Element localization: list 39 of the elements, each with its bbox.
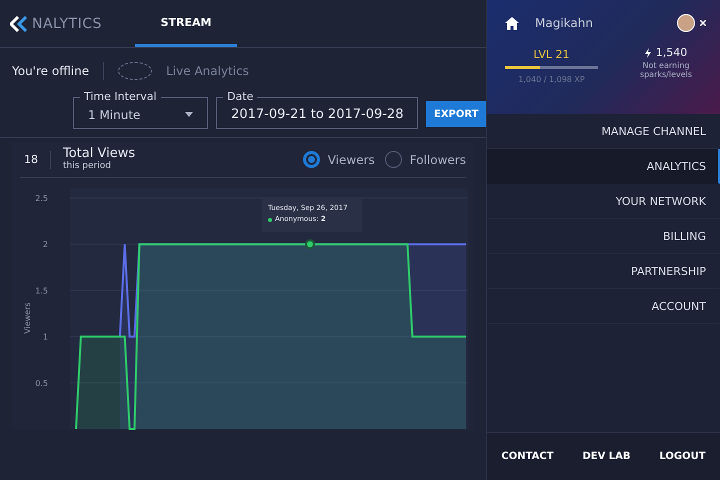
point-marker: [305, 239, 315, 250]
nav-item[interactable]: ACCOUNT: [487, 289, 720, 324]
y-tick-label: 1: [42, 332, 48, 342]
y-tick-label: 2.5: [35, 194, 48, 203]
y-tick-label: 2: [42, 240, 48, 250]
home-icon[interactable]: [505, 16, 519, 30]
lightning-icon: [644, 48, 651, 58]
level-label: LVL 21: [533, 48, 570, 61]
nav-item[interactable]: ANALYTICS: [487, 149, 720, 184]
time-interval-dropdown[interactable]: Time Interval 1 Minute: [73, 91, 208, 129]
total-count: 18: [24, 153, 38, 166]
live-analytics-label: Live Analytics: [166, 64, 249, 78]
avatar-circle: [677, 14, 695, 32]
y-axis-label: Viewers: [23, 302, 32, 334]
xp-text: 1,040 / 1,098 XP: [518, 75, 585, 84]
tab[interactable]: STREAM: [135, 0, 237, 47]
nav-item[interactable]: BILLING: [487, 219, 720, 254]
close-icon[interactable]: [700, 20, 706, 26]
radio-option[interactable]: Followers: [384, 151, 466, 168]
radio-option[interactable]: Viewers: [302, 151, 375, 168]
logo-text: NALYTICS: [32, 16, 102, 32]
nav-item[interactable]: YOUR NETWORK: [487, 184, 720, 219]
caret-icon: [185, 112, 194, 117]
footer-link[interactable]: DEV LAB: [582, 451, 631, 462]
username: Magikahn: [535, 16, 593, 30]
y-tick-label: 0.5: [35, 378, 48, 388]
export-button[interactable]: EXPORT: [426, 101, 486, 127]
footer-link[interactable]: CONTACT: [501, 451, 554, 462]
sparks-note: Not earning sparks/levels: [638, 61, 694, 79]
chart-title: Total Views: [63, 148, 136, 160]
legend-dot-icon: [268, 218, 272, 222]
chart-subtitle: this period: [63, 160, 112, 172]
status-text: You're offline: [12, 64, 90, 78]
footer-link[interactable]: LOGOUT: [659, 451, 706, 462]
nav-item[interactable]: PARTNERSHIP: [487, 254, 720, 289]
dashed-oval-icon: [118, 62, 152, 80]
y-tick-label: 1.5: [35, 286, 48, 296]
sparks-count: 1,540: [656, 46, 688, 59]
date-field[interactable]: Date 2017-09-21 to 2017-09-28: [216, 91, 418, 129]
